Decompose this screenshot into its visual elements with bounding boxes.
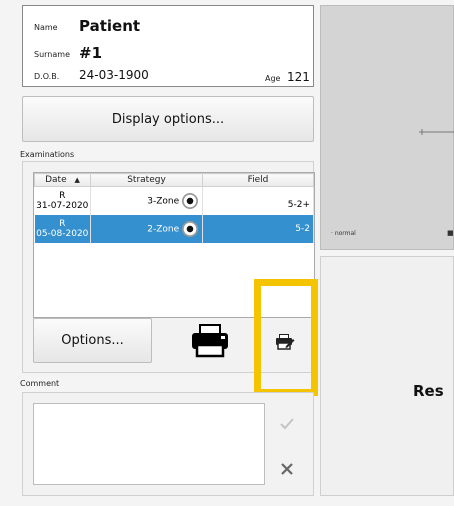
comment-textarea[interactable] [33, 403, 265, 485]
close-icon[interactable] [279, 461, 295, 477]
table-row[interactable]: R 05-08-2020 2-Zone 5-2 [34, 214, 314, 243]
dob-value: 24-03-1900 [79, 68, 149, 82]
visual-field-plot: · normal ■ [320, 5, 454, 250]
name-value: Patient [79, 17, 141, 35]
surname-value: #1 [79, 44, 103, 62]
patient-info-panel: Name Patient Surname #1 D.O.B. 24-03-190… [22, 5, 314, 87]
date-value: 31-07-2020 [36, 200, 89, 211]
name-label: Name [34, 23, 58, 32]
sort-ascending-icon: ▲ [74, 176, 80, 184]
check-icon[interactable] [278, 415, 296, 433]
surname-label: Surname [34, 50, 70, 59]
printer-icon[interactable] [190, 322, 230, 358]
strategy-value: 2-Zone [147, 224, 180, 234]
column-header-date[interactable]: Date ▲ [34, 173, 91, 187]
options-button[interactable]: Options... [33, 318, 152, 363]
plot-axis-marker [419, 129, 454, 135]
comment-label: Comment [20, 379, 60, 388]
result-panel: Res [320, 256, 454, 496]
field-value: 5-2 [202, 214, 314, 243]
eye-value: R [59, 218, 66, 229]
field-value: 5-2+ [202, 186, 314, 215]
date-cell: R 31-07-2020 [34, 186, 91, 215]
radio-icon[interactable] [182, 220, 198, 237]
column-header-strategy[interactable]: Strategy [90, 173, 203, 187]
quick-print-icon[interactable] [275, 333, 295, 350]
date-cell: R 05-08-2020 [34, 214, 91, 243]
strategy-value: 3-Zone [147, 196, 180, 207]
display-options-button[interactable]: Display options... [22, 96, 314, 142]
radio-icon[interactable] [182, 192, 198, 209]
date-value: 05-08-2020 [36, 228, 89, 239]
dob-label: D.O.B. [34, 72, 60, 81]
table-row[interactable]: R 31-07-2020 3-Zone 5-2+ [34, 186, 314, 215]
result-title: Res [413, 382, 444, 400]
strategy-cell: 3-Zone [90, 186, 203, 215]
age-value: 121 [287, 70, 310, 84]
examinations-label: Examinations [20, 150, 75, 159]
column-header-field[interactable]: Field [202, 173, 314, 187]
strategy-cell: 2-Zone [90, 214, 203, 243]
age-label: Age [265, 74, 281, 83]
column-header-date-label: Date [45, 175, 67, 185]
legend-normal: · normal [331, 230, 356, 237]
legend-marker: ■ [447, 229, 454, 237]
eye-value: R [59, 190, 66, 201]
